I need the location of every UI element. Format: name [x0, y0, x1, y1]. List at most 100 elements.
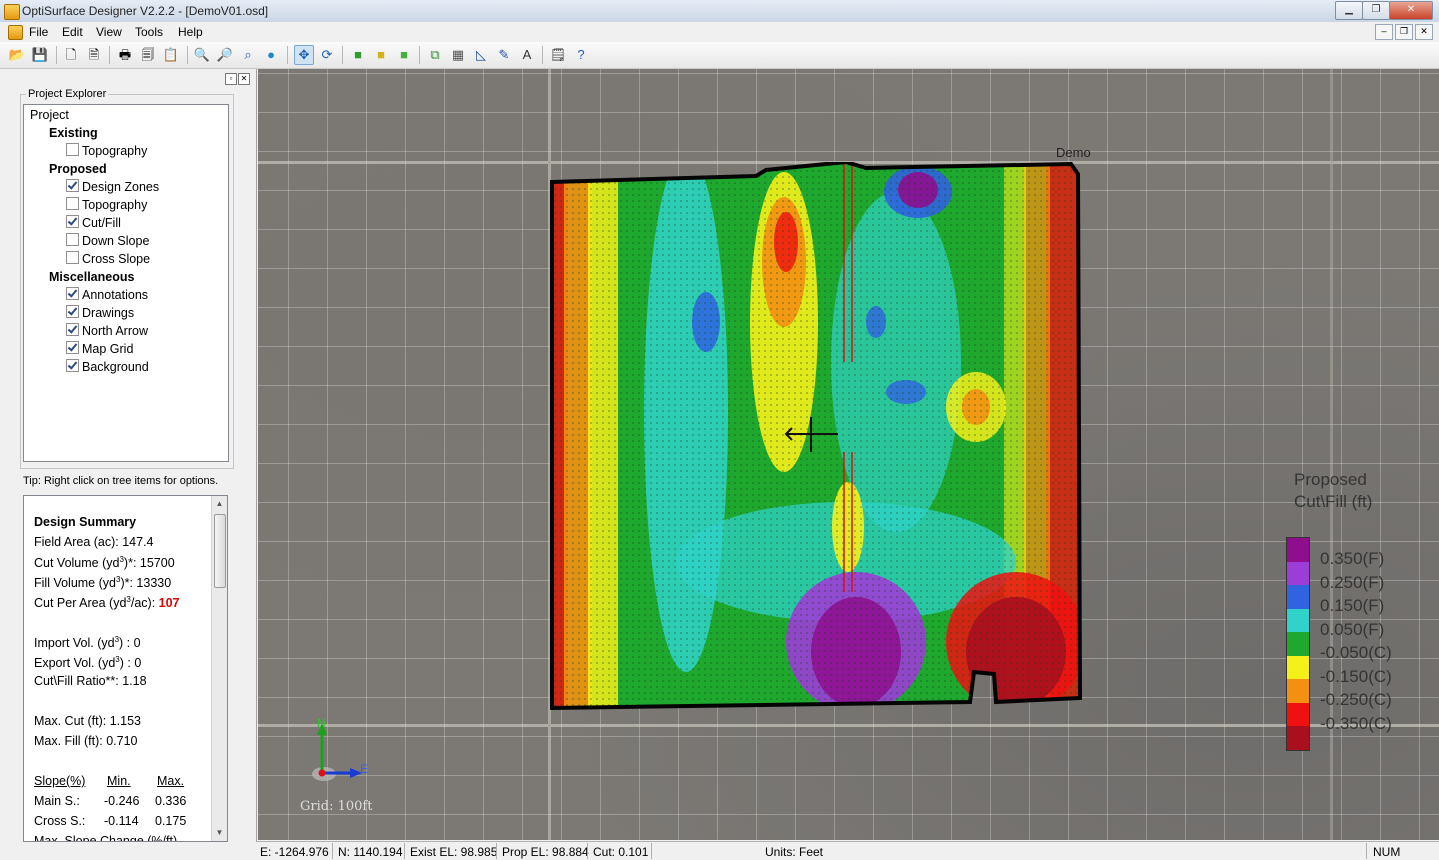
checkbox[interactable]: [66, 359, 79, 372]
status-cut: Cut: 0.101: [593, 845, 649, 859]
status-units: Units: Feet: [765, 845, 824, 859]
summary-scrollbar[interactable]: ▲ ▼: [211, 496, 227, 841]
checkbox[interactable]: [66, 215, 79, 228]
layers-icon[interactable]: ⧉: [426, 46, 444, 64]
legend-label: -0.050(C): [1320, 643, 1392, 663]
tree-item-annotations[interactable]: Annotations: [66, 286, 148, 304]
scroll-up-icon[interactable]: ▲: [212, 496, 227, 512]
project-tree: Project Existing Topography Proposed Des…: [23, 104, 229, 462]
tree-item-cross-slope[interactable]: Cross Slope: [66, 250, 150, 268]
cut-fill-field[interactable]: [546, 162, 1090, 710]
main-slope-min: -0.246: [104, 794, 140, 808]
legend-label: 0.350(F): [1320, 549, 1385, 568]
tree-item-cut-fill[interactable]: Cut/Fill: [66, 214, 121, 232]
import-volume: Import Vol. (yd3) : 0: [34, 635, 141, 651]
legend-label: 0.250(F): [1320, 572, 1385, 592]
checkbox[interactable]: [66, 323, 79, 336]
export-volume: Export Vol. (yd3) : 0: [34, 655, 142, 671]
new-document-icon[interactable]: 🗋: [62, 46, 80, 64]
yellow-cube-icon[interactable]: ■: [372, 46, 390, 64]
legend-swatch: [1287, 726, 1309, 750]
checkbox[interactable]: [66, 233, 79, 246]
tree-item-proposed[interactable]: Proposed: [49, 160, 107, 178]
scroll-thumb[interactable]: [214, 514, 226, 588]
checkbox[interactable]: [66, 287, 79, 300]
menu-help[interactable]: Help: [178, 25, 203, 39]
menu-edit[interactable]: Edit: [62, 25, 83, 39]
legend-swatch: [1287, 632, 1309, 656]
checkbox[interactable]: [66, 197, 79, 210]
save-icon[interactable]: 💾: [31, 46, 49, 64]
mdi-minimize-button[interactable]: –: [1375, 24, 1393, 40]
green-cube-icon[interactable]: ■: [349, 46, 367, 64]
mdi-restore-button[interactable]: ❐: [1395, 24, 1413, 40]
summary-title: Design Summary: [34, 515, 137, 529]
report-icon[interactable]: 🗒: [549, 46, 567, 64]
mdi-close-button[interactable]: ✕: [1415, 24, 1433, 40]
tree-item-north-arrow[interactable]: North Arrow: [66, 322, 148, 340]
checkbox[interactable]: [66, 143, 79, 156]
cut-fill-ratio: Cut\Fill Ratio**: 1.18: [34, 674, 147, 688]
clipboard-icon[interactable]: 📋: [162, 46, 180, 64]
legend-swatch: [1287, 585, 1309, 609]
tree-item-down-slope[interactable]: Down Slope: [66, 232, 149, 250]
zoom-window-icon[interactable]: ⌕: [239, 46, 257, 64]
tree-item-background[interactable]: Background: [66, 358, 149, 376]
tree-item-map-grid[interactable]: Map Grid: [66, 340, 133, 358]
slope-min-header: Min.: [107, 774, 131, 788]
legend-swatch: [1287, 679, 1309, 703]
tree-item-existing[interactable]: Existing: [49, 124, 98, 142]
menu-tools[interactable]: Tools: [135, 25, 163, 39]
globe-icon[interactable]: ●: [262, 46, 280, 64]
tree-item-design-zones[interactable]: Design Zones: [66, 178, 159, 196]
edit-shape-icon[interactable]: ✎: [495, 46, 513, 64]
menu-bar: File Edit View Tools Help – ❐ ✕: [0, 22, 1439, 42]
max-cut: Max. Cut (ft): 1.153: [34, 714, 141, 728]
project-panel: ▫ ✕ Project Explorer Project Existing To…: [0, 69, 257, 859]
tree-item-project[interactable]: Project: [30, 106, 69, 124]
legend-color-bar: [1286, 537, 1310, 751]
pan-icon[interactable]: ✥: [294, 45, 314, 65]
panel-float-icon[interactable]: ▫: [225, 73, 237, 85]
tree-item-drawings[interactable]: Drawings: [66, 304, 134, 322]
legend-label: -0.250(C): [1320, 690, 1392, 710]
rotate-icon[interactable]: ⟳: [318, 46, 336, 64]
tree-item-existing-topography[interactable]: Topography: [66, 142, 147, 160]
print-icon[interactable]: 🖶: [116, 46, 134, 64]
checkbox[interactable]: [66, 251, 79, 264]
project-explorer-title: Project Explorer: [26, 88, 109, 100]
checkbox[interactable]: [66, 305, 79, 318]
panel-header: ▫ ✕: [0, 69, 256, 87]
print-preview-icon[interactable]: 🗐: [139, 46, 157, 64]
status-num: NUM: [1373, 845, 1401, 859]
tree-item-miscellaneous[interactable]: Miscellaneous: [49, 268, 134, 286]
menu-view[interactable]: View: [96, 25, 122, 39]
fill-volume: Fill Volume (yd3)*: 13330: [34, 575, 172, 591]
menu-file[interactable]: File: [29, 25, 48, 39]
maximize-button[interactable]: ❐: [1362, 1, 1390, 20]
close-button[interactable]: ✕: [1389, 1, 1433, 20]
tree-item-proposed-topography[interactable]: Topography: [66, 196, 147, 214]
minimize-button[interactable]: ▁: [1335, 1, 1363, 20]
calculator-icon[interactable]: ▦: [449, 46, 467, 64]
map-view[interactable]: Demo N E Grid: 100ft Proposed Cut\Fill (f…: [258, 69, 1439, 840]
zoom-in-icon[interactable]: 🔍: [193, 46, 211, 64]
document-icon[interactable]: [8, 25, 23, 40]
text-annotation-icon[interactable]: A: [518, 46, 536, 64]
help-icon[interactable]: ?: [572, 46, 590, 64]
checkbox[interactable]: [66, 341, 79, 354]
checkbox[interactable]: [66, 179, 79, 192]
east-label: E: [360, 762, 369, 776]
export-document-icon[interactable]: 🗎: [85, 46, 103, 64]
profile-icon[interactable]: ◺: [472, 46, 490, 64]
slope-header: Slope(%): [34, 774, 86, 788]
cube-icon[interactable]: ■: [395, 46, 413, 64]
open-folder-icon[interactable]: 📂: [8, 46, 26, 64]
legend-swatch: [1287, 655, 1309, 680]
field-name-label: Demo: [1056, 145, 1091, 160]
scroll-down-icon[interactable]: ▼: [212, 825, 227, 841]
zoom-out-icon[interactable]: 🔎: [216, 46, 234, 64]
legend-label: 0.150(F): [1320, 596, 1385, 616]
panel-close-icon[interactable]: ✕: [238, 73, 250, 85]
legend-swatch: [1287, 538, 1309, 562]
